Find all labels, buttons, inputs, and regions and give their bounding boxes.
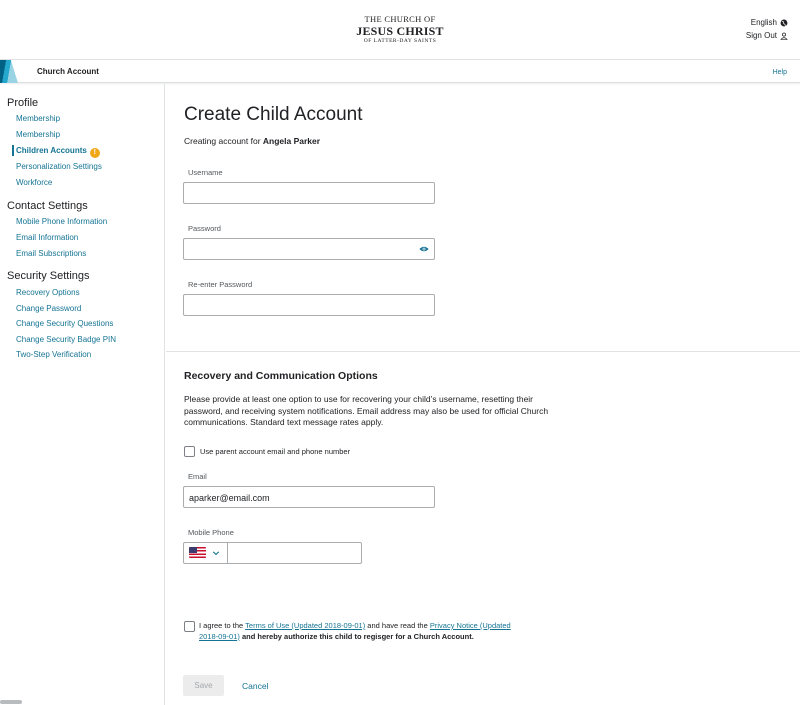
section-divider [166, 351, 800, 352]
reenter-password-input[interactable] [183, 294, 435, 316]
sidebar-item-personalization-settings[interactable]: Personalization Settings [16, 162, 102, 171]
account-subnav: Church Account Help [0, 60, 800, 83]
username-input[interactable] [183, 182, 435, 204]
brand-accent [0, 60, 18, 83]
reenter-password-label: Re-enter Password [188, 280, 253, 289]
horizontal-scrollbar[interactable] [0, 700, 22, 704]
creating-prefix: Creating account for [184, 136, 263, 146]
alert-badge-icon: ! [89, 148, 100, 158]
page-title: Create Child Account [184, 104, 363, 125]
logo-line-1: THE CHURCH OF [364, 14, 436, 24]
sidebar-item-email-information[interactable]: Email Information [16, 233, 78, 242]
logo-line-2: JESUS CHRIST [356, 23, 444, 38]
globe-icon [780, 19, 788, 26]
agree-mid: and have read the [365, 621, 430, 630]
sidebar-item-change-badge-pin[interactable]: Change Security Badge PIN [16, 335, 116, 344]
sign-out-label: Sign Out [745, 31, 777, 40]
sidebar-item-membership-2[interactable]: Membership [16, 130, 60, 139]
user-icon [780, 32, 788, 40]
top-header: THE CHURCH OF JESUS CHRIST OF LATTER-DAY… [0, 0, 800, 60]
mobile-phone-field [183, 542, 362, 564]
sidebar-item-label: Children Accounts [16, 146, 87, 155]
subnav-title[interactable]: Church Account [37, 67, 99, 76]
save-button[interactable]: Save [183, 675, 224, 696]
email-value: aparker@email.com [189, 493, 270, 503]
logo-line-3: OF LATTER-DAY SAINTS [363, 37, 437, 44]
sidebar-item-mobile-phone[interactable]: Mobile Phone Information [16, 217, 107, 226]
sidebar-item-email-subscriptions[interactable]: Email Subscriptions [16, 249, 86, 258]
sidebar-item-change-password[interactable]: Change Password [16, 304, 81, 313]
language-label: English [750, 18, 777, 27]
email-input[interactable]: aparker@email.com [183, 486, 435, 508]
agree-terms-checkbox[interactable] [184, 621, 195, 632]
recovery-description: Please provide at least one option to us… [184, 394, 549, 427]
sidebar: Profile Membership Membership Children A… [0, 84, 165, 705]
sidebar-item-children-accounts[interactable]: Children Accounts! [12, 145, 100, 158]
main-content: Create Child Account Creating account fo… [166, 84, 800, 705]
sidebar-item-recovery-options[interactable]: Recovery Options [16, 288, 80, 297]
child-name: Angela Parker [262, 136, 321, 146]
sidebar-item-two-step-verification[interactable]: Two-Step Verification [16, 350, 91, 359]
sidebar-item-membership[interactable]: Membership [16, 114, 60, 123]
sidebar-heading-contact: Contact Settings [7, 200, 88, 212]
sidebar-heading-security: Security Settings [7, 270, 90, 282]
email-label: Email [188, 472, 207, 481]
sidebar-heading-profile: Profile [7, 97, 39, 109]
password-input[interactable] [183, 238, 435, 260]
show-password-eye-icon[interactable] [419, 245, 429, 253]
agree-terms-text: I agree to the Terms of Use (Updated 201… [199, 621, 529, 642]
mobile-phone-label: Mobile Phone [188, 528, 234, 537]
password-label: Password [188, 224, 221, 233]
church-logo[interactable]: THE CHURCH OF JESUS CHRIST OF LATTER-DAY… [0, 15, 800, 44]
recovery-heading: Recovery and Communication Options [184, 370, 378, 382]
use-parent-checkbox[interactable] [184, 446, 195, 457]
username-label: Username [188, 168, 223, 177]
sidebar-item-change-security-questions[interactable]: Change Security Questions [16, 319, 113, 328]
us-flag-icon [189, 547, 206, 558]
cancel-button[interactable]: Cancel [242, 681, 268, 691]
agree-prefix: I agree to the [199, 621, 246, 630]
sidebar-item-workforce[interactable]: Workforce [16, 178, 52, 187]
help-link[interactable]: Help [773, 69, 787, 76]
language-selector[interactable]: English [751, 18, 788, 27]
agree-suffix: and hereby authorize this child to regis… [239, 631, 474, 641]
chevron-down-icon [212, 551, 220, 556]
use-parent-label: Use parent account email and phone numbe… [200, 447, 351, 456]
sign-out-link[interactable]: Sign Out [746, 31, 788, 40]
creating-for-text: Creating account for Angela Parker [184, 136, 320, 146]
terms-of-use-link[interactable]: Terms of Use (Updated 2018-09-01) [245, 621, 365, 630]
country-code-select[interactable] [184, 543, 228, 563]
